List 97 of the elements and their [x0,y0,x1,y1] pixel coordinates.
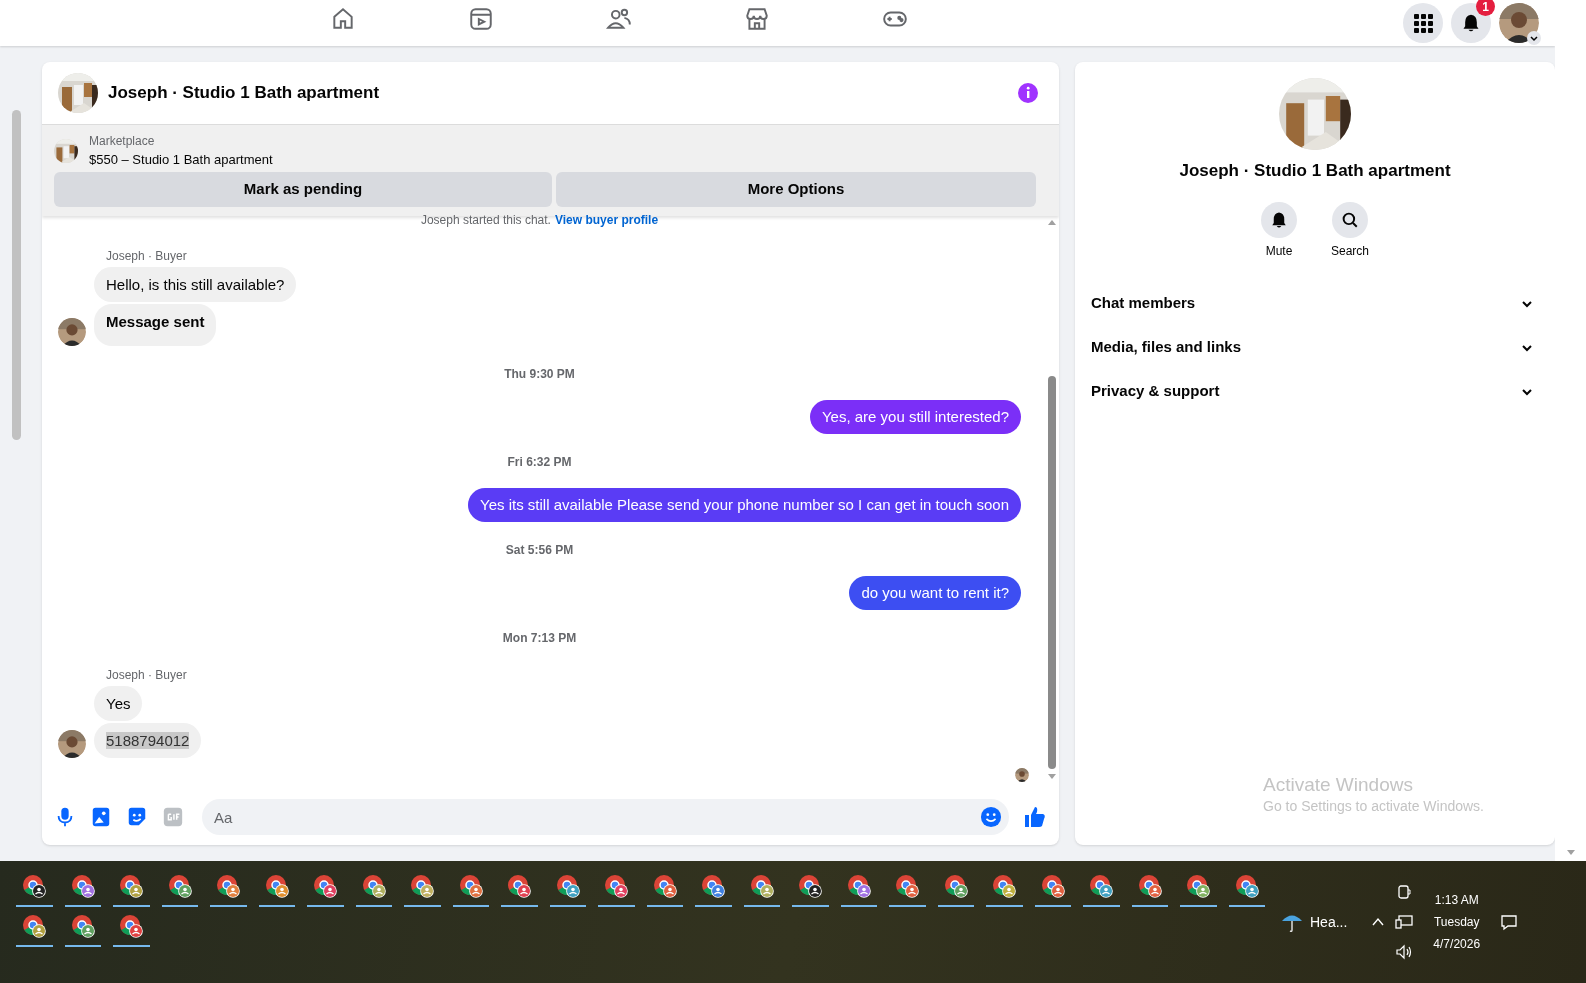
video-icon[interactable] [468,6,494,32]
browser-icon [118,873,145,899]
search-button[interactable] [1332,201,1368,238]
sender-avatar [58,318,86,346]
sender-name: Joseph · Buyer [106,668,188,682]
message-timestamp: Fri 6:32 PM [507,454,572,470]
scroll-up-icon[interactable] [1047,218,1057,226]
grid-icon [1413,13,1433,33]
browser-icon [118,913,145,939]
browser-icon [554,873,581,899]
browser-icon [69,913,96,939]
notification-badge: 1 [1476,0,1495,16]
browser-icon [312,873,339,899]
scrollbar-thumb[interactable] [1048,376,1056,769]
browser-icon [21,873,48,899]
details-title: Joseph · Studio 1 Bath apartment [1179,160,1451,182]
section-label: Chat members [1091,293,1196,314]
bell-icon [1461,13,1481,33]
info-icon[interactable] [1017,82,1039,104]
clock-day[interactable]: Tuesday [1433,911,1480,933]
browser-icon [21,913,48,939]
browser-icon [797,873,824,899]
browser-icon [651,873,678,899]
browser-icon [1136,873,1163,899]
browser-icon [1233,873,1260,899]
bell-icon [1270,210,1288,229]
activation-title: Activate Windows [1263,774,1414,796]
search-icon [1341,210,1359,229]
photo-icon[interactable] [90,806,112,828]
browser-icon [1185,873,1212,899]
clock-date[interactable]: 4/7/2026 [1433,933,1481,955]
scroll-down-icon[interactable] [1565,849,1576,857]
browser-icon [991,873,1018,899]
browser-icon [603,873,630,899]
menu-button[interactable] [1403,3,1443,43]
listing-action-button[interactable]: More Options [556,172,1036,207]
sticker-icon[interactable] [126,806,148,828]
browser-icon [506,873,533,899]
activation-subtitle: Go to Settings to activate Windows. [1263,797,1485,816]
browser-icon [263,873,290,899]
section-label: Media, files and links [1091,337,1242,358]
section-row[interactable]: Chat members [1091,281,1539,326]
browser-icon [457,873,484,899]
browser-icon [360,873,387,899]
browser-icon [942,873,969,899]
section-row[interactable]: Media, files and links [1091,325,1539,370]
chat-intro-text: Joseph started this chat. [420,213,551,227]
sender-avatar [58,730,86,758]
message-input[interactable]: Aa [202,799,1009,835]
scroll-down-icon[interactable] [1047,773,1057,781]
browser-icon [1088,873,1115,899]
device-icon[interactable] [1397,884,1412,900]
weather-text: Hea... [1310,912,1348,932]
browser-icon [700,873,727,899]
section-row[interactable]: Privacy & support [1091,369,1539,414]
browser-icon [845,873,872,899]
sent-message-bubble: Yes, are you still interested? [809,400,1021,434]
profile-avatar [1499,3,1539,43]
received-message-bubble: Yes [94,686,143,721]
browser-icon [69,873,96,899]
network-icon[interactable] [1395,914,1414,930]
received-message-bubble: Hello, is this still available? [94,267,297,302]
browser-icon [409,873,436,899]
volume-icon[interactable] [1395,944,1414,960]
action-label: Search [1331,242,1369,260]
sent-message-bubble: do you want to rent it? [849,576,1021,610]
section-label: Privacy & support [1091,381,1220,402]
message-timestamp: Sat 5:56 PM [505,542,574,558]
browser-icon [748,873,775,899]
store-icon[interactable] [744,6,770,32]
received-message-bubble: Message sent [94,304,217,346]
people-icon[interactable] [606,6,632,32]
browser-icon [1039,873,1066,899]
emoji-icon[interactable] [980,806,1002,828]
sent-message-bubble: Yes its still available Please send your phone number so I can get in touch soon [468,488,1021,522]
browser-icon [894,873,921,899]
thumbs-up-icon[interactable] [1023,805,1047,829]
browser-icon [166,873,193,899]
clock-time[interactable]: 1:13 AM [1434,889,1479,911]
listing-title: $550 – Studio 1 Bath apartment [89,151,273,169]
listing-action-button[interactable]: Mark as pending [54,172,552,207]
received-message-bubble: 5188794012 [94,723,202,758]
scrollbar-thumb[interactable] [12,110,21,440]
message-timestamp: Thu 9:30 PM [504,366,575,382]
read-receipt-avatar [1015,768,1029,782]
browser-icon [215,873,242,899]
mute-button[interactable] [1261,201,1297,238]
message-timestamp: Mon 7:13 PM [502,630,577,646]
listing-label: Marketplace [89,133,156,150]
home-icon[interactable] [330,6,356,32]
weather-widget[interactable]: Hea... [1280,910,1348,934]
conversation-title: Joseph · Studio 1 Bath apartment [108,82,380,105]
notification-center-icon[interactable] [1500,913,1519,931]
view-profile-link[interactable]: View buyer profile [554,213,659,227]
caret-icon[interactable] [1527,31,1541,45]
sender-name: Joseph · Buyer [106,249,188,263]
action-label: Mute [1265,242,1293,260]
